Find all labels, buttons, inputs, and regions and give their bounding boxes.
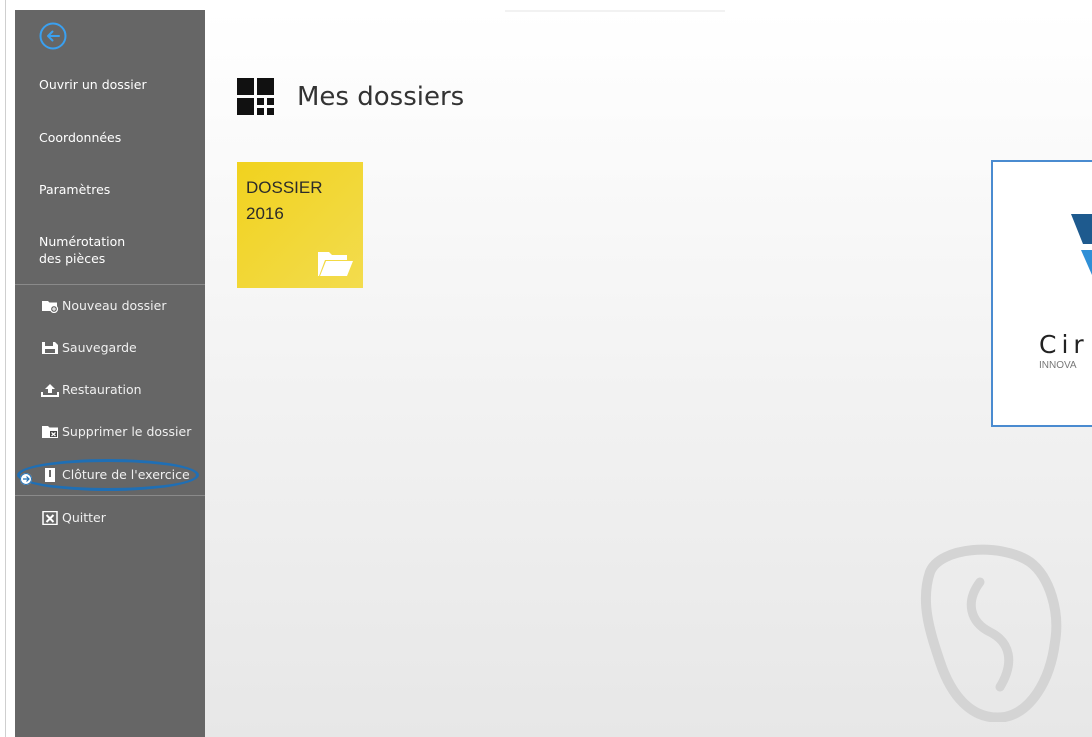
delete-folder-label: Supprimer le dossier <box>62 424 192 439</box>
folder-open-icon <box>318 252 353 276</box>
nav-settings[interactable]: Paramètres <box>39 181 110 198</box>
sidebar-divider <box>15 284 205 285</box>
main-content: Mes dossiers DOSSIER 2016 Cir INNOVA <box>205 10 1092 737</box>
restore-button[interactable]: Restauration <box>41 382 142 397</box>
logo-mark <box>1071 214 1092 275</box>
backup-button[interactable]: Sauvegarde <box>41 340 137 355</box>
new-folder-button[interactable]: Nouveau dossier <box>41 298 166 313</box>
company-logo-panel: Cir INNOVA <box>991 160 1092 427</box>
nav-document-numbering-line2: des pièces <box>39 251 106 266</box>
backup-label: Sauvegarde <box>62 340 137 355</box>
restore-label: Restauration <box>62 382 142 397</box>
delete-folder-button[interactable]: Supprimer le dossier <box>41 424 191 439</box>
top-divider <box>505 10 725 12</box>
sidebar-divider <box>15 495 205 496</box>
callout-highlight-ellipse <box>17 459 199 491</box>
logo-subtext: INNOVA <box>1039 360 1077 371</box>
quit-label: Quitter <box>62 510 106 525</box>
save-icon <box>42 341 58 354</box>
logo-text: Cir <box>1039 330 1089 359</box>
window-left-border <box>5 0 6 737</box>
nav-contact-details[interactable]: Coordonnées <box>39 129 121 146</box>
quit-button[interactable]: Quitter <box>41 510 106 525</box>
watermark-logo <box>920 544 1062 722</box>
cursor-pointer-icon <box>20 473 32 485</box>
sidebar: Ouvrir un dossier Coordonnées Paramètres… <box>15 10 205 737</box>
page-title: Mes dossiers <box>297 82 465 112</box>
new-folder-label: Nouveau dossier <box>62 298 167 313</box>
nav-document-numbering[interactable]: Numérotation des pièces <box>39 233 125 267</box>
nav-open-folder[interactable]: Ouvrir un dossier <box>39 76 147 93</box>
folder-tile-year: 2016 <box>246 204 284 223</box>
delete-folder-icon <box>42 425 58 438</box>
dashboard-grid-icon <box>237 78 274 115</box>
quit-icon <box>42 510 58 525</box>
nav-document-numbering-line1: Numérotation <box>39 234 126 249</box>
new-folder-icon <box>42 300 59 313</box>
page-header: Mes dossiers <box>237 78 464 116</box>
upload-icon <box>41 383 59 397</box>
folder-tile[interactable]: DOSSIER 2016 <box>237 162 363 288</box>
back-arrow-icon[interactable] <box>39 22 67 50</box>
folder-tile-title: DOSSIER <box>246 178 323 197</box>
